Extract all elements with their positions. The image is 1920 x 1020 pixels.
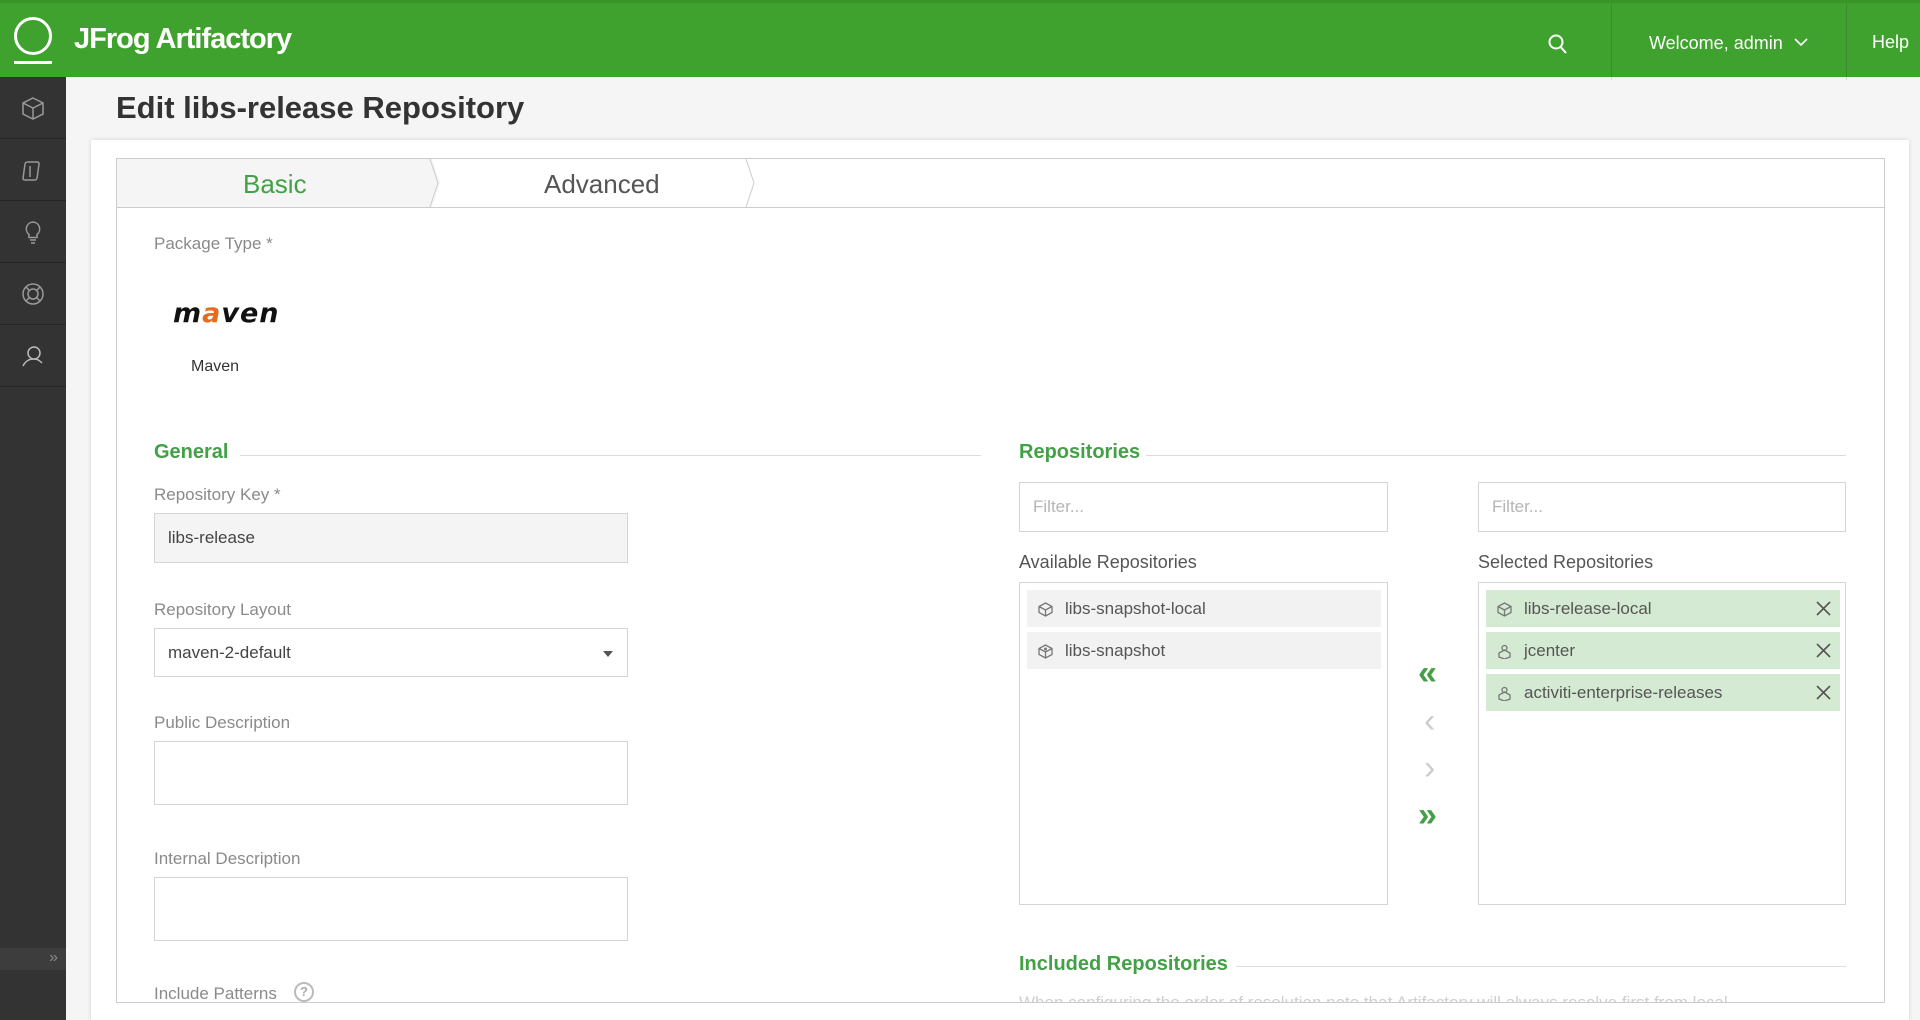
repository-key-value: libs-release bbox=[168, 528, 255, 547]
virtual-repo-icon bbox=[1038, 644, 1053, 659]
section-divider bbox=[1146, 455, 1846, 456]
expand-icon: » bbox=[49, 949, 58, 966]
included-repositories-note: When configuring the order of resolution… bbox=[1019, 993, 1819, 1002]
repository-key-label: Repository Key * bbox=[154, 485, 281, 504]
move-right-button[interactable]: › bbox=[1424, 749, 1435, 788]
sidebar-item-artifacts[interactable] bbox=[0, 77, 66, 139]
sidebar-item-admin[interactable] bbox=[0, 325, 66, 387]
tab-advanced[interactable]: Advanced bbox=[440, 159, 740, 207]
section-divider bbox=[1236, 966, 1846, 967]
list-item[interactable]: libs-snapshot-local bbox=[1027, 590, 1381, 627]
welcome-user-menu[interactable]: Welcome, admin bbox=[1649, 33, 1783, 54]
selected-repositories-label: Selected Repositories bbox=[1478, 552, 1654, 572]
help-link[interactable]: Help bbox=[1872, 32, 1909, 53]
brand-name[interactable]: JFrog Artifactory bbox=[74, 23, 292, 56]
maven-logo[interactable]: maven bbox=[173, 298, 280, 329]
tab-basic-label: Basic bbox=[243, 169, 307, 199]
repository-layout-label: Repository Layout bbox=[154, 600, 292, 619]
available-filter-placeholder: Filter... bbox=[1033, 497, 1085, 516]
search-icon[interactable] bbox=[1548, 33, 1568, 55]
repo-name: libs-snapshot bbox=[1065, 641, 1166, 660]
header-divider bbox=[1846, 3, 1847, 80]
repo-name: libs-release-local bbox=[1524, 599, 1652, 618]
repo-name: activiti-enterprise-releases bbox=[1524, 683, 1723, 702]
page-title: Edit libs-release Repository bbox=[116, 90, 525, 125]
cube-icon bbox=[22, 96, 44, 120]
list-item[interactable]: jcenter bbox=[1486, 632, 1840, 669]
internal-description-label: Internal Description bbox=[154, 849, 301, 868]
tab-basic[interactable]: Basic bbox=[117, 159, 432, 207]
lifebuoy-icon bbox=[22, 282, 44, 305]
jfrog-logo-underline bbox=[14, 61, 52, 64]
header-divider bbox=[1611, 3, 1612, 80]
sidebar-expand-toggle[interactable]: » bbox=[0, 948, 66, 970]
sidebar-item-home[interactable] bbox=[0, 201, 66, 263]
repo-name: libs-snapshot-local bbox=[1065, 599, 1206, 618]
tab-advanced-label: Advanced bbox=[544, 169, 660, 199]
selected-filter-placeholder: Filter... bbox=[1492, 497, 1544, 516]
close-icon[interactable] bbox=[1815, 600, 1832, 617]
sidebar-item-builds[interactable] bbox=[0, 139, 66, 201]
close-icon[interactable] bbox=[1815, 642, 1832, 659]
section-divider bbox=[240, 455, 981, 456]
remote-repo-icon bbox=[1498, 686, 1511, 701]
tab-separator-icon bbox=[426, 159, 440, 207]
selected-repositories-list[interactable]: libs-release-local jcenter activiti-ente… bbox=[1478, 582, 1846, 905]
dropdown-caret-icon bbox=[603, 651, 613, 657]
sidebar: » bbox=[0, 77, 66, 1020]
list-item[interactable]: activiti-enterprise-releases bbox=[1486, 674, 1840, 711]
chevron-down-icon[interactable] bbox=[1794, 37, 1808, 47]
jfrog-logo-icon[interactable] bbox=[14, 17, 52, 55]
available-repositories-list[interactable]: libs-snapshot-local libs-snapshot bbox=[1019, 582, 1388, 905]
help-icon[interactable]: ? bbox=[294, 982, 314, 1002]
repository-key-field[interactable]: libs-release bbox=[154, 513, 628, 563]
lightbulb-icon bbox=[25, 220, 41, 244]
repository-layout-select[interactable]: maven-2-default bbox=[154, 628, 628, 677]
include-patterns-label: Include Patterns bbox=[154, 984, 277, 1003]
package-type-label: Package Type * bbox=[154, 234, 273, 253]
local-repo-icon bbox=[1497, 602, 1512, 617]
tab-separator-icon bbox=[745, 159, 755, 207]
tab-bar: Basic Advanced bbox=[116, 158, 1885, 208]
local-repo-icon bbox=[1038, 602, 1053, 617]
internal-description-input[interactable] bbox=[154, 877, 628, 941]
public-description-input[interactable] bbox=[154, 741, 628, 805]
package-type-name: Maven bbox=[191, 358, 240, 375]
list-item[interactable]: libs-release-local bbox=[1486, 590, 1840, 627]
list-item[interactable]: libs-snapshot bbox=[1027, 632, 1381, 669]
repo-name: jcenter bbox=[1524, 641, 1576, 660]
close-icon[interactable] bbox=[1815, 684, 1832, 701]
repositories-section-title: Repositories bbox=[1019, 441, 1141, 463]
move-all-right-button[interactable]: » bbox=[1418, 796, 1437, 835]
included-repositories-title: Included Repositories bbox=[1019, 953, 1228, 975]
admin-user-icon bbox=[22, 345, 43, 366]
available-filter-input[interactable]: Filter... bbox=[1019, 482, 1388, 532]
sidebar-item-support[interactable] bbox=[0, 263, 66, 325]
general-section-title: General bbox=[154, 441, 229, 463]
remote-repo-icon bbox=[1498, 644, 1511, 659]
package-icon bbox=[22, 160, 40, 181]
selected-filter-input[interactable]: Filter... bbox=[1478, 482, 1846, 532]
top-header: JFrog Artifactory Welcome, admin Help bbox=[0, 0, 1920, 80]
public-description-label: Public Description bbox=[154, 713, 291, 732]
move-all-left-button[interactable]: « bbox=[1418, 654, 1437, 693]
available-repositories-label: Available Repositories bbox=[1019, 552, 1197, 572]
repository-layout-value: maven-2-default bbox=[168, 642, 291, 662]
move-left-button[interactable]: ‹ bbox=[1424, 702, 1435, 741]
